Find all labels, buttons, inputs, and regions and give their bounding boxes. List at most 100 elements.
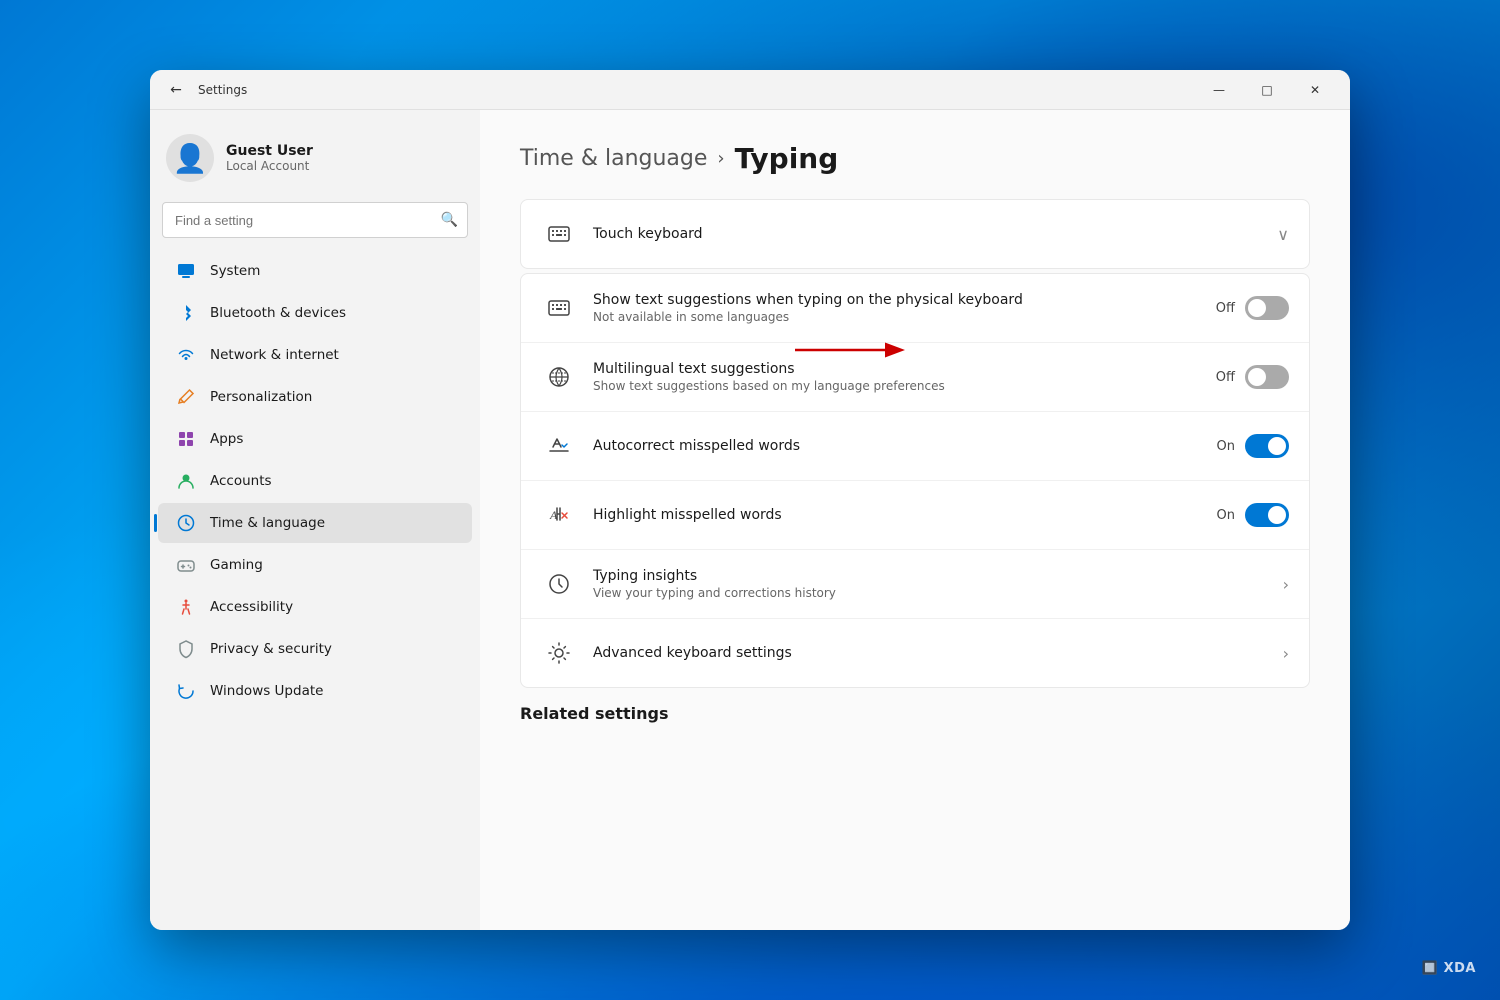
user-avatar-icon: 👤 bbox=[173, 142, 208, 175]
search-icon: 🔍 bbox=[441, 212, 458, 228]
touch-keyboard-chevron-icon: ∨ bbox=[1277, 225, 1289, 244]
typing-settings-card: Show text suggestions when typing on the… bbox=[520, 273, 1310, 688]
autocorrect-toggle[interactable] bbox=[1245, 434, 1289, 458]
text-suggestions-toggle[interactable] bbox=[1245, 296, 1289, 320]
settings-window: ← Settings — □ ✕ 👤 Guest User Local Acco… bbox=[150, 70, 1350, 930]
multilingual-icon bbox=[541, 359, 577, 395]
multilingual-toggle[interactable] bbox=[1245, 365, 1289, 389]
sidebar-item-time[interactable]: Time & language bbox=[158, 503, 472, 543]
search-input[interactable] bbox=[162, 202, 468, 238]
advanced-keyboard-chevron-icon: › bbox=[1283, 644, 1289, 663]
sidebar-item-bluetooth[interactable]: Bluetooth & devices bbox=[158, 293, 472, 333]
sidebar: 👤 Guest User Local Account 🔍 bbox=[150, 110, 480, 930]
touch-keyboard-header[interactable]: Touch keyboard ∨ bbox=[521, 200, 1309, 268]
breadcrumb-current: Typing bbox=[735, 142, 839, 175]
touch-keyboard-title: Touch keyboard bbox=[593, 226, 1277, 242]
sidebar-item-accessibility[interactable]: Accessibility bbox=[158, 587, 472, 627]
advanced-keyboard-title: Advanced keyboard settings bbox=[593, 645, 1283, 661]
toggle-thumb-4 bbox=[1268, 506, 1286, 524]
multilingual-item[interactable]: Multilingual text suggestions Show text … bbox=[521, 343, 1309, 412]
highlight-toggle-label: On bbox=[1217, 508, 1235, 523]
sidebar-label-bluetooth: Bluetooth & devices bbox=[210, 305, 346, 321]
privacy-icon bbox=[174, 637, 198, 661]
breadcrumb: Time & language › Typing bbox=[520, 142, 1310, 175]
breadcrumb-chevron-icon: › bbox=[717, 148, 724, 169]
toggle-thumb bbox=[1248, 299, 1266, 317]
window-title: Settings bbox=[198, 83, 247, 97]
sidebar-item-update[interactable]: Windows Update bbox=[158, 671, 472, 711]
window-controls: — □ ✕ bbox=[1196, 74, 1338, 106]
xda-watermark: 🔲 XDA bbox=[1422, 961, 1476, 976]
sidebar-item-personalization[interactable]: Personalization bbox=[158, 377, 472, 417]
autocorrect-title: Autocorrect misspelled words bbox=[593, 438, 1217, 454]
accounts-icon bbox=[174, 469, 198, 493]
autocorrect-control: On bbox=[1217, 434, 1289, 458]
title-bar: ← Settings — □ ✕ bbox=[150, 70, 1350, 110]
highlight-icon: A bbox=[541, 497, 577, 533]
personalization-icon bbox=[174, 385, 198, 409]
touch-keyboard-text: Touch keyboard bbox=[593, 226, 1277, 242]
advanced-keyboard-text: Advanced keyboard settings bbox=[593, 645, 1283, 661]
back-button[interactable]: ← bbox=[162, 76, 190, 104]
text-suggestions-title: Show text suggestions when typing on the… bbox=[593, 292, 1216, 308]
text-suggestions-text: Show text suggestions when typing on the… bbox=[593, 292, 1216, 324]
sidebar-label-update: Windows Update bbox=[210, 683, 323, 699]
typing-insights-title: Typing insights bbox=[593, 568, 1283, 584]
toggle-thumb-3 bbox=[1268, 437, 1286, 455]
sidebar-label-personalization: Personalization bbox=[210, 389, 312, 405]
multilingual-text: Multilingual text suggestions Show text … bbox=[593, 361, 1216, 393]
autocorrect-icon bbox=[541, 428, 577, 464]
typing-insights-text: Typing insights View your typing and cor… bbox=[593, 568, 1283, 600]
text-suggestions-icon bbox=[541, 290, 577, 326]
main-content: 👤 Guest User Local Account 🔍 bbox=[150, 110, 1350, 930]
typing-insights-item[interactable]: Typing insights View your typing and cor… bbox=[521, 550, 1309, 619]
typing-insights-icon bbox=[541, 566, 577, 602]
toggle-thumb-2 bbox=[1248, 368, 1266, 386]
user-profile[interactable]: 👤 Guest User Local Account bbox=[150, 122, 480, 202]
advanced-keyboard-item[interactable]: Advanced keyboard settings › bbox=[521, 619, 1309, 687]
sidebar-item-accounts[interactable]: Accounts bbox=[158, 461, 472, 501]
text-suggestions-item[interactable]: Show text suggestions when typing on the… bbox=[521, 274, 1309, 343]
sidebar-item-privacy[interactable]: Privacy & security bbox=[158, 629, 472, 669]
touch-keyboard-section: Touch keyboard ∨ bbox=[520, 199, 1310, 269]
maximize-button[interactable]: □ bbox=[1244, 74, 1290, 106]
typing-insights-control: › bbox=[1283, 575, 1289, 594]
sidebar-item-network[interactable]: Network & internet bbox=[158, 335, 472, 375]
highlight-item[interactable]: A Highlight misspelled words On bbox=[521, 481, 1309, 550]
text-suggestions-toggle-label: Off bbox=[1216, 301, 1235, 316]
time-icon bbox=[174, 511, 198, 535]
sidebar-label-privacy: Privacy & security bbox=[210, 641, 332, 657]
touch-keyboard-control: ∨ bbox=[1277, 225, 1289, 244]
close-button[interactable]: ✕ bbox=[1292, 74, 1338, 106]
accessibility-icon bbox=[174, 595, 198, 619]
gaming-icon bbox=[174, 553, 198, 577]
typing-insights-chevron-icon: › bbox=[1283, 575, 1289, 594]
user-info: Guest User Local Account bbox=[226, 143, 313, 173]
highlight-toggle[interactable] bbox=[1245, 503, 1289, 527]
sidebar-label-apps: Apps bbox=[210, 431, 243, 447]
related-settings-title: Related settings bbox=[520, 704, 1310, 723]
system-icon bbox=[174, 259, 198, 283]
network-icon bbox=[174, 343, 198, 367]
advanced-keyboard-icon bbox=[541, 635, 577, 671]
breadcrumb-parent[interactable]: Time & language bbox=[520, 146, 707, 171]
multilingual-subtitle: Show text suggestions based on my langua… bbox=[593, 379, 1216, 393]
sidebar-label-accessibility: Accessibility bbox=[210, 599, 293, 615]
sidebar-item-system[interactable]: System bbox=[158, 251, 472, 291]
typing-insights-subtitle: View your typing and corrections history bbox=[593, 586, 1283, 600]
sidebar-label-gaming: Gaming bbox=[210, 557, 263, 573]
bluetooth-icon bbox=[174, 301, 198, 325]
sidebar-label-system: System bbox=[210, 263, 260, 279]
user-name: Guest User bbox=[226, 143, 313, 159]
content-area: Time & language › Typing bbox=[480, 110, 1350, 930]
autocorrect-item[interactable]: Autocorrect misspelled words On bbox=[521, 412, 1309, 481]
multilingual-toggle-label: Off bbox=[1216, 370, 1235, 385]
avatar: 👤 bbox=[166, 134, 214, 182]
sidebar-item-gaming[interactable]: Gaming bbox=[158, 545, 472, 585]
sidebar-label-time: Time & language bbox=[210, 515, 325, 531]
sidebar-item-apps[interactable]: Apps bbox=[158, 419, 472, 459]
minimize-button[interactable]: — bbox=[1196, 74, 1242, 106]
text-suggestions-subtitle: Not available in some languages bbox=[593, 310, 1216, 324]
autocorrect-toggle-label: On bbox=[1217, 439, 1235, 454]
update-icon bbox=[174, 679, 198, 703]
